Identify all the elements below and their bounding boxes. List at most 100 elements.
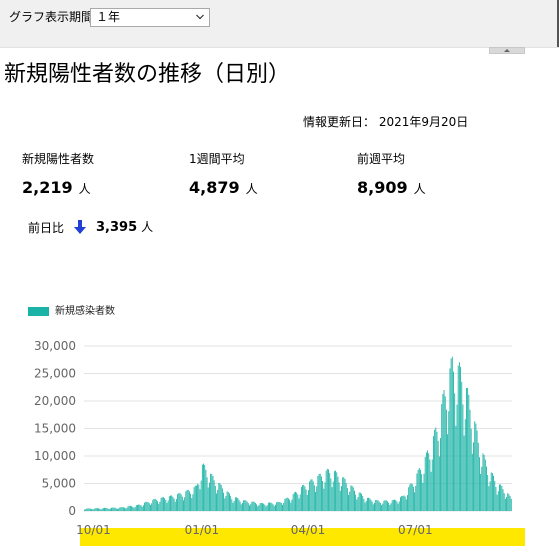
- bar: [504, 498, 506, 511]
- bar: [275, 504, 276, 511]
- bar: [469, 409, 471, 511]
- bar: [95, 508, 97, 511]
- bar: [297, 494, 299, 511]
- prev-day-label: 前日比: [28, 221, 65, 235]
- bar: [461, 381, 463, 511]
- bar: [292, 494, 294, 511]
- bar: [172, 496, 174, 511]
- bar: [455, 425, 457, 511]
- bar: [491, 473, 493, 511]
- bar: [92, 509, 94, 511]
- bar: [361, 493, 362, 511]
- page-title: 新規陽性者数の推移（日別）: [4, 62, 291, 87]
- bar: [325, 470, 327, 511]
- bar: [126, 507, 128, 511]
- bar: [407, 495, 408, 511]
- bar: [411, 484, 413, 511]
- bar: [480, 473, 482, 511]
- bar: [200, 480, 202, 511]
- bar: [114, 507, 116, 511]
- bar: [166, 502, 168, 511]
- prev-day-unit: 人: [141, 220, 154, 234]
- bar: [290, 502, 292, 511]
- bar: [363, 498, 365, 511]
- bar: [475, 423, 477, 511]
- bar: [262, 503, 263, 511]
- bar: [208, 482, 210, 511]
- bar: [383, 500, 385, 511]
- collapse-button[interactable]: [489, 47, 525, 54]
- prev-day-number: 3,395: [96, 220, 138, 235]
- bar: [107, 508, 109, 511]
- stat-weekly-avg-number: 4,879: [189, 178, 240, 197]
- bar: [507, 493, 509, 511]
- bar: [234, 497, 236, 511]
- bar: [165, 499, 167, 511]
- bar: [379, 503, 381, 511]
- bar: [247, 503, 249, 511]
- period-select[interactable]: １年: [90, 8, 210, 27]
- bar: [437, 440, 439, 512]
- bar: [212, 476, 214, 511]
- bar: [243, 500, 245, 511]
- y-tick-label: 5,000: [42, 477, 76, 491]
- bar: [173, 498, 175, 511]
- bar: [342, 477, 344, 511]
- caret-up-icon: [504, 49, 510, 52]
- bar: [421, 474, 423, 511]
- bar: [111, 507, 112, 511]
- bar: [473, 442, 474, 511]
- stat-weekly-avg-label: 1週間平均: [189, 152, 245, 166]
- bar: [251, 501, 253, 511]
- bar: [433, 436, 434, 511]
- bar: [145, 501, 147, 511]
- bar: [436, 431, 438, 511]
- y-tick-label: 15,000: [34, 422, 76, 436]
- bar: [454, 393, 456, 511]
- bar: [316, 486, 318, 511]
- bar: [438, 456, 440, 511]
- bar: [410, 483, 412, 511]
- bar: [93, 509, 95, 511]
- bar: [319, 473, 321, 511]
- bar: [113, 507, 115, 511]
- bar: [500, 484, 502, 511]
- bar: [146, 501, 148, 511]
- bar: [450, 358, 452, 511]
- bar: [387, 501, 388, 511]
- bar: [313, 485, 315, 511]
- bar: [224, 498, 226, 511]
- bar: [440, 438, 441, 511]
- bar: [425, 452, 427, 511]
- bar: [124, 507, 125, 511]
- x-tick-label: 07/01: [398, 523, 433, 537]
- bar: [87, 508, 89, 511]
- bar: [503, 493, 505, 511]
- bar: [153, 499, 155, 511]
- bar: [219, 483, 221, 511]
- bar: [244, 500, 246, 511]
- bar: [462, 404, 464, 511]
- stat-new-cases-value: 2,219 人: [22, 178, 91, 199]
- bar: [161, 497, 163, 511]
- bar: [398, 501, 400, 511]
- bar: [429, 459, 431, 511]
- bar: [101, 508, 103, 511]
- bar: [416, 473, 418, 511]
- bar: [246, 501, 248, 511]
- bar: [249, 505, 250, 511]
- bar: [369, 498, 371, 511]
- bar: [351, 485, 353, 511]
- stat-prev-week-unit: 人: [413, 182, 426, 196]
- bar: [284, 499, 286, 511]
- bar: [381, 505, 382, 511]
- bar: [117, 509, 118, 511]
- stat-prev-week-value: 8,909 人: [357, 178, 426, 199]
- bar: [477, 442, 479, 511]
- bar: [289, 499, 291, 511]
- bar: [236, 497, 237, 511]
- bar: [468, 394, 470, 511]
- bar: [362, 496, 364, 511]
- bar: [137, 504, 138, 511]
- bar: [494, 480, 496, 511]
